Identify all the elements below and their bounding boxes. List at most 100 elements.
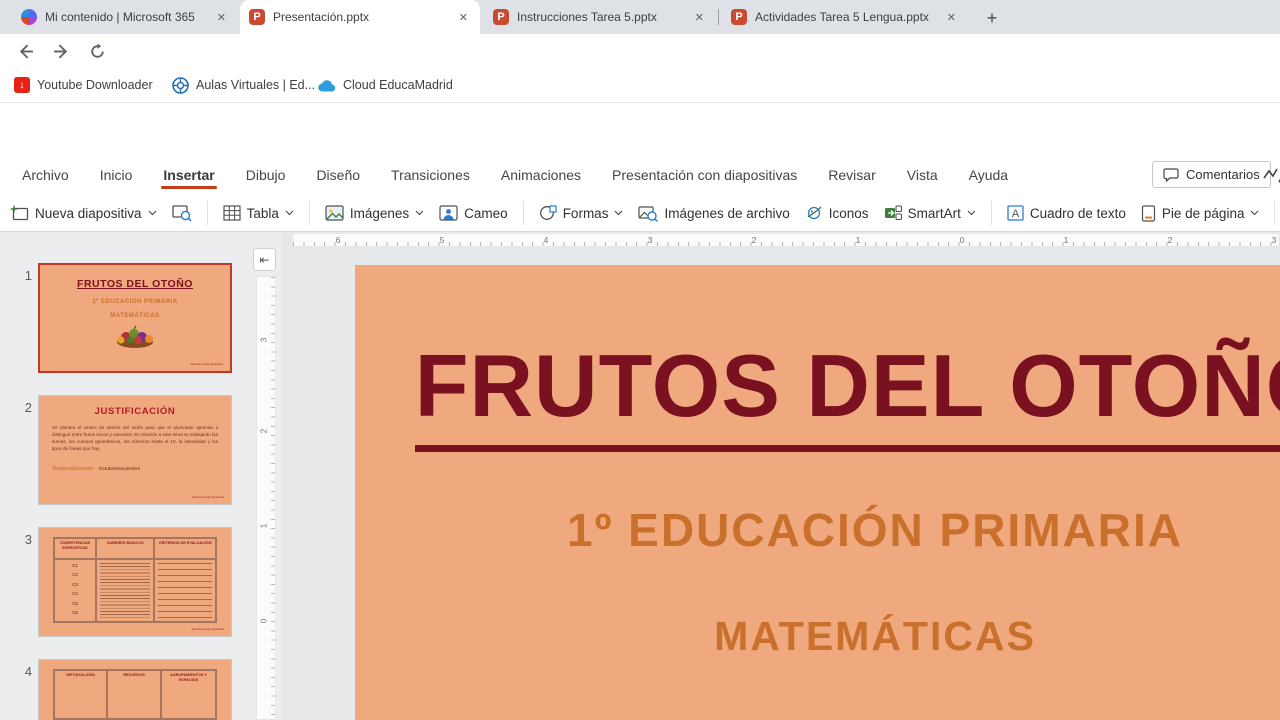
- tab-revisar[interactable]: Revisar: [826, 157, 877, 193]
- reload-button[interactable]: [84, 38, 110, 64]
- table-text-lines: [100, 562, 151, 618]
- slide-thumbnail-1[interactable]: FRUTOS DEL OTOÑO 1º EDUCACIÓN PRIMARIA M…: [38, 263, 232, 373]
- tab-vista[interactable]: Vista: [905, 157, 940, 193]
- aulas-virtuales-icon: [172, 76, 189, 94]
- bookmark-label: Cloud EducaMadrid: [343, 78, 453, 92]
- table-header: METODOLOGÍA: [54, 670, 108, 720]
- tab-title: Mi contenido | Microsoft 365: [45, 10, 195, 24]
- slide-number: 3: [24, 532, 32, 547]
- bookmark-youtube-downloader[interactable]: ↓ Youtube Downloader: [14, 74, 153, 96]
- ruler-number: 4: [543, 235, 549, 245]
- tab-diseno[interactable]: Diseño: [314, 157, 362, 193]
- horizontal-ruler: 6 5 4 3 2 1 0 1 2 3: [292, 233, 1280, 247]
- ruler-number: 2: [1167, 235, 1173, 245]
- collapse-thumbnail-pane-button[interactable]: ⇤: [253, 248, 276, 271]
- browser-tab-m365[interactable]: Mi contenido | Microsoft 365 ✕: [12, 0, 238, 34]
- insert-toolbar: Nueva diapositiva Tabla Imágenes Cameo F…: [0, 195, 1280, 232]
- ruler-number: 3: [258, 337, 269, 343]
- tab-ayuda[interactable]: Ayuda: [967, 157, 1010, 193]
- tab-inicio[interactable]: Inicio: [98, 157, 135, 193]
- table-icon: [222, 205, 241, 221]
- table-button[interactable]: Tabla: [222, 205, 294, 221]
- cameo-icon: [439, 205, 458, 221]
- reuse-slides-button[interactable]: [171, 204, 192, 222]
- tab-archivo[interactable]: Archivo: [20, 157, 71, 193]
- table-text-lines: [158, 562, 212, 618]
- table-header: CRITERIOS DE EVALUACIÓN: [154, 538, 216, 559]
- slide-subtitle-subject[interactable]: MATEMÁTICAS: [355, 613, 1280, 660]
- powerpoint-icon: P: [249, 9, 265, 25]
- thumb-value: Octubre/Noviembre: [98, 467, 141, 473]
- ruler-number: 2: [751, 235, 757, 245]
- chevron-down-icon: [415, 210, 424, 216]
- powerpoint-icon: P: [493, 9, 509, 25]
- ruler-number: 6: [335, 235, 341, 245]
- tab-insertar[interactable]: Insertar: [161, 157, 218, 193]
- tab-title: Presentación.pptx: [273, 10, 370, 24]
- editing-mode-icon[interactable]: [1262, 163, 1280, 187]
- slide-thumbnail-4[interactable]: METODOLOGÍA RECURSOS AGRUPAMIENTOS Y ESP…: [38, 659, 232, 720]
- ruler-number: 0: [959, 235, 965, 245]
- tab-animaciones[interactable]: Animaciones: [499, 157, 583, 193]
- browser-tab-presentacion[interactable]: P Presentación.pptx ✕: [240, 0, 480, 34]
- textbox-button[interactable]: A Cuadro de texto: [1007, 205, 1126, 221]
- icons-icon: [807, 206, 822, 220]
- toolbar-separator: [522, 201, 524, 225]
- row-label: C4: [72, 591, 78, 597]
- row-label: C1: [72, 562, 78, 568]
- new-tab-button[interactable]: +: [980, 6, 1004, 30]
- icons-button[interactable]: Iconos: [805, 205, 869, 221]
- slide-thumbnail-3[interactable]: COMPETENCIAS ESPECÍFICAS SABERES BÁSICOS…: [38, 527, 232, 637]
- tab-separator: [718, 9, 719, 25]
- new-slide-button[interactable]: Nueva diapositiva: [10, 205, 157, 222]
- tab-title: Actividades Tarea 5 Lengua.pptx: [755, 10, 929, 24]
- back-button[interactable]: [12, 38, 38, 64]
- cameo-button[interactable]: Cameo: [439, 205, 508, 221]
- toolbar-separator: [206, 201, 208, 225]
- ruler-number: 5: [439, 235, 445, 245]
- comments-label: Comentarios: [1186, 167, 1260, 182]
- ruler-number: 1: [258, 523, 269, 529]
- close-icon[interactable]: ✕: [456, 10, 471, 25]
- close-icon[interactable]: ✕: [214, 10, 229, 25]
- microsoft-365-icon: [21, 9, 37, 25]
- thumb-body-text: Se plantea el centro de interés del otoñ…: [52, 425, 218, 452]
- chevron-down-icon: [285, 210, 294, 216]
- bookmark-cloud-educamadrid[interactable]: Cloud EducaMadrid: [318, 74, 453, 96]
- forward-button[interactable]: [48, 38, 74, 64]
- chevron-down-icon: [148, 210, 157, 216]
- slide-title[interactable]: FRUTOS DEL OTOÑO: [355, 335, 1280, 452]
- shapes-button[interactable]: Formas: [539, 205, 624, 221]
- slide-number: 2: [24, 400, 32, 415]
- stock-images-button[interactable]: Imágenes de archivo: [638, 205, 790, 222]
- shapes-icon: [539, 205, 557, 220]
- office-app-header: P Presentación Buscar (Alt + Q): [0, 103, 1280, 253]
- slide-canvas[interactable]: FRUTOS DEL OTOÑO 1º EDUCACIÓN PRIMARIA M…: [355, 265, 1280, 720]
- thumb-label: Temporalización:: [52, 466, 95, 473]
- chevron-down-icon: [967, 210, 976, 216]
- images-button[interactable]: Imágenes: [325, 205, 424, 221]
- thumb-title: JUSTIFICACIÓN: [94, 406, 176, 417]
- slide-subtitle-grade[interactable]: 1º EDUCACIÓN PRIMARIA: [355, 503, 1280, 557]
- close-icon[interactable]: ✕: [692, 10, 707, 25]
- browser-tab-actividades[interactable]: P Actividades Tarea 5 Lengua.pptx ✕: [722, 0, 968, 34]
- thumb-title: FRUTOS DEL OTOÑO: [77, 278, 193, 290]
- smartart-icon: [884, 205, 902, 221]
- ruler-number: 3: [647, 235, 653, 245]
- thumb-subtitle: MATEMÁTICAS: [110, 313, 160, 319]
- footer-button[interactable]: Pie de página: [1141, 204, 1260, 222]
- chevron-down-icon: [615, 210, 623, 216]
- toolbar-separator: [308, 201, 310, 225]
- slide-thumbnail-2[interactable]: JUSTIFICACIÓN Se plantea el centro de in…: [38, 395, 232, 505]
- tab-dibujo[interactable]: Dibujo: [244, 157, 288, 193]
- tab-transiciones[interactable]: Transiciones: [389, 157, 472, 193]
- browser-tab-strip: Mi contenido | Microsoft 365 ✕ P Present…: [0, 0, 1280, 34]
- table-header: SABERES BÁSICOS: [96, 538, 155, 559]
- vertical-ruler: 3 2 1 0: [256, 276, 276, 720]
- tab-presentacion-con-diapositivas[interactable]: Presentación con diapositivas: [610, 157, 799, 193]
- smartart-button[interactable]: SmartArt: [884, 205, 976, 221]
- bookmark-aulas-virtuales[interactable]: Aulas Virtuales | Ed...: [172, 74, 315, 96]
- browser-tab-instrucciones[interactable]: P Instrucciones Tarea 5.pptx ✕: [484, 0, 716, 34]
- close-icon[interactable]: ✕: [944, 10, 959, 25]
- comments-button[interactable]: Comentarios: [1152, 161, 1271, 188]
